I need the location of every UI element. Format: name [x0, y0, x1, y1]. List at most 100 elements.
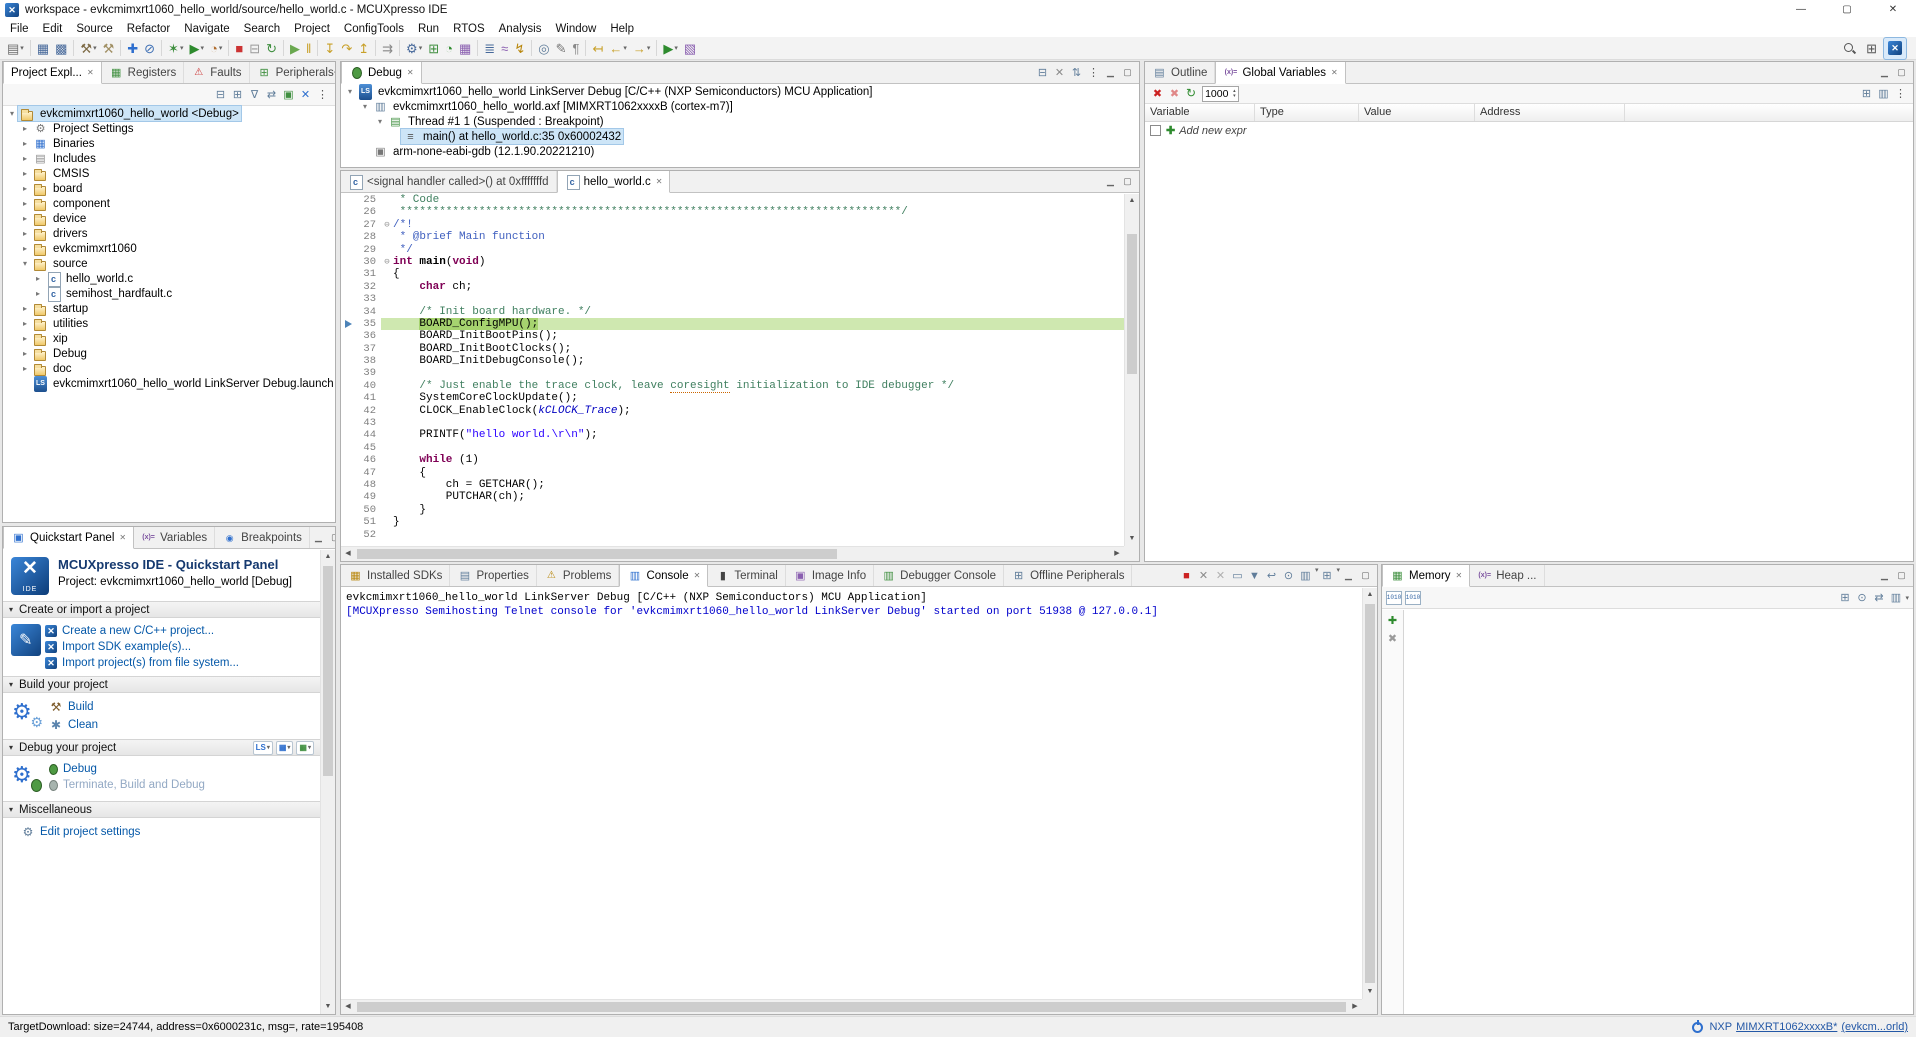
remove-selected-global-button[interactable]: ✖	[1149, 84, 1166, 104]
probe-jlink-button[interactable]: ▦▾	[296, 741, 314, 755]
debug-button[interactable]: ✶▾	[165, 38, 186, 59]
menu-project[interactable]: Project	[287, 23, 337, 35]
show-whitespace-button[interactable]: ¶	[569, 38, 582, 59]
tab-terminal[interactable]: ▮Terminal	[708, 565, 785, 586]
menu-navigate[interactable]: Navigate	[177, 23, 236, 35]
coverage-button[interactable]: ▧	[681, 38, 699, 59]
code-line[interactable]: 33	[341, 293, 1124, 305]
menu-analysis[interactable]: Analysis	[492, 23, 549, 35]
project-tree-item[interactable]: ▸Debug	[3, 346, 335, 361]
add-global-variable-button[interactable]: ⊞	[1858, 84, 1875, 104]
code-line[interactable]: 39	[341, 367, 1124, 379]
tab-outline[interactable]: ▤Outline	[1145, 62, 1215, 83]
debug-tree-item[interactable]: ≡main() at hello_world.c:35 0x60002432	[341, 129, 1139, 144]
minimize-view-button[interactable]	[1876, 62, 1893, 83]
tab-faults[interactable]: ⚠Faults	[184, 62, 249, 83]
device-link[interactable]: MIMXRT1062xxxxB*	[1736, 1021, 1837, 1033]
search-button[interactable]	[1840, 38, 1859, 59]
code-line[interactable]: 41 SystemCoreClockUpdate();	[341, 392, 1124, 404]
view-menu-button[interactable]: ⋮	[1085, 63, 1102, 83]
mark-occurrences-button[interactable]: ✎	[553, 38, 570, 59]
close-tab-icon[interactable]: ✕	[1456, 571, 1463, 580]
tab-console[interactable]: ▥Console✕	[619, 565, 708, 587]
refresh-interval-value[interactable]: 1000	[1205, 88, 1231, 100]
close-window-button[interactable]: ✕	[1870, 0, 1916, 20]
tree-expander-icon[interactable]: ▸	[19, 169, 31, 178]
configure-columns-button[interactable]: ▥	[1875, 84, 1892, 104]
expand-all-button[interactable]: ⊞	[229, 85, 246, 105]
tree-expander-icon[interactable]: ▸	[32, 274, 44, 283]
code-line[interactable]: 46 while (1)	[341, 454, 1124, 466]
code-line[interactable]: 47 {	[341, 467, 1124, 479]
project-tree-item[interactable]: ▸⚙Project Settings	[3, 121, 335, 136]
new-rendering-button[interactable]: 1010	[1405, 591, 1421, 605]
editor-horizontal-scrollbar[interactable]: ◀ ▶	[341, 546, 1124, 561]
code-line[interactable]: 38 BOARD_InitDebugConsole();	[341, 355, 1124, 367]
peripherals-tool-button[interactable]: ▦	[456, 38, 474, 59]
instruction-stepping-button[interactable]: ⇉	[379, 38, 396, 59]
code-line[interactable]: 35 BOARD_ConfigMPU();	[341, 318, 1124, 330]
code-line[interactable]: 42 CLOCK_EnableClock(kCLOCK_Trace);	[341, 405, 1124, 417]
new-cpp-project-button[interactable]: ✚	[124, 38, 141, 59]
resume-button[interactable]: ▶	[287, 38, 303, 59]
tab-debug[interactable]: Debug✕	[341, 62, 422, 84]
project-tree-item[interactable]: ▸CMSIS	[3, 166, 335, 181]
project-tree-item[interactable]: ▸evkcmimxrt1060	[3, 241, 335, 256]
code-line[interactable]: 32 char ch;	[341, 281, 1124, 293]
probe-pemicro-button[interactable]: ▦▾	[276, 741, 294, 755]
minimize-window-button[interactable]: —	[1778, 0, 1824, 20]
expression-checkbox[interactable]	[1150, 125, 1161, 136]
maximize-window-button[interactable]: ▢	[1824, 0, 1870, 20]
build-button[interactable]: ⚒▾	[77, 38, 99, 59]
filter-button[interactable]: ∇	[246, 85, 263, 105]
quickstart-link-edit-project-settings[interactable]: ⚙Edit project settings	[21, 825, 140, 839]
editor-vertical-scrollbar[interactable]: ▲ ▼	[1124, 194, 1139, 546]
clocks-tool-button[interactable]: ◔	[442, 38, 456, 59]
remove-all-terminated-button[interactable]: ✕	[1051, 63, 1068, 83]
tab-offline-peripherals[interactable]: ⊞Offline Peripherals	[1004, 565, 1132, 586]
code-line[interactable]: 30⊖int main(void)	[341, 256, 1124, 268]
quickstart-link-import-sdk-example-s[interactable]: Import SDK example(s)...	[45, 641, 239, 653]
profile-button[interactable]: ◔▾	[207, 38, 225, 59]
code-line[interactable]: 26 *************************************…	[341, 206, 1124, 218]
quickstart-vertical-scrollbar[interactable]: ▲ ▼	[320, 550, 335, 1014]
energy-measurement-button[interactable]: ↯	[511, 38, 528, 59]
tab-properties[interactable]: ▤Properties	[450, 565, 536, 586]
project-tree-item[interactable]: ▸xip	[3, 331, 335, 346]
quickstart-section-create-or-import-a-project[interactable]: ▾Create or import a project	[3, 601, 320, 618]
tree-expander-icon[interactable]: ▾	[359, 102, 371, 111]
tab-project-explorer[interactable]: Project Expl...✕	[3, 62, 102, 84]
hex-rendering-button[interactable]: 1010	[1386, 591, 1402, 605]
clear-console-button[interactable]: ▭	[1229, 566, 1246, 586]
menu-source[interactable]: Source	[69, 23, 119, 35]
collapse-all-button[interactable]: ⊟	[1034, 63, 1051, 83]
new-wizard-button[interactable]: ▤▾	[4, 38, 27, 59]
open-console-button[interactable]: ⊞	[1318, 566, 1335, 586]
trace-button[interactable]: ≈	[498, 38, 511, 59]
quickstart-section-debug-your-project[interactable]: ▾Debug your projectLS▾▦▾▦▾	[3, 739, 320, 756]
terminate-button[interactable]: ■	[232, 38, 246, 59]
scroll-thumb[interactable]	[357, 1002, 1346, 1012]
tab-peripherals[interactable]: ⊞Peripherals+	[250, 62, 336, 83]
spinner-arrows-icon[interactable]	[1233, 89, 1236, 99]
close-tab-icon[interactable]: ✕	[656, 177, 663, 186]
suspend-button[interactable]: ‖	[303, 38, 314, 59]
word-wrap-button[interactable]: ↩	[1263, 566, 1280, 586]
step-over-button[interactable]: ↷	[338, 38, 355, 59]
project-tree-item[interactable]: ▸drivers	[3, 226, 335, 241]
code-line[interactable]: 25 * Code	[341, 194, 1124, 206]
tree-expander-icon[interactable]: ▸	[19, 199, 31, 208]
debug-tree-item[interactable]: ▣arm-none-eabi-gdb (12.1.90.20221210)	[341, 144, 1139, 159]
code-line[interactable]: 45	[341, 442, 1124, 454]
scroll-thumb[interactable]	[1127, 234, 1137, 374]
menu-rtos[interactable]: RTOS	[446, 23, 492, 35]
view-menu-button[interactable]: ⋮	[1892, 84, 1909, 104]
fold-marker-icon[interactable]: ⊖	[381, 219, 393, 231]
tab-memory[interactable]: ▦Memory✕	[1382, 565, 1470, 587]
console-output[interactable]: evkcmimxrt1060_hello_world LinkServer De…	[341, 588, 1362, 999]
tab-quickstart-panel[interactable]: ▣Quickstart Panel✕	[3, 527, 134, 549]
external-tools-button[interactable]: ▶▾	[660, 38, 681, 59]
project-tree-item[interactable]: ▸hello_world.c	[3, 271, 335, 286]
tree-expander-icon[interactable]: ▾	[6, 109, 18, 118]
column-header-type[interactable]: Type	[1255, 104, 1359, 121]
